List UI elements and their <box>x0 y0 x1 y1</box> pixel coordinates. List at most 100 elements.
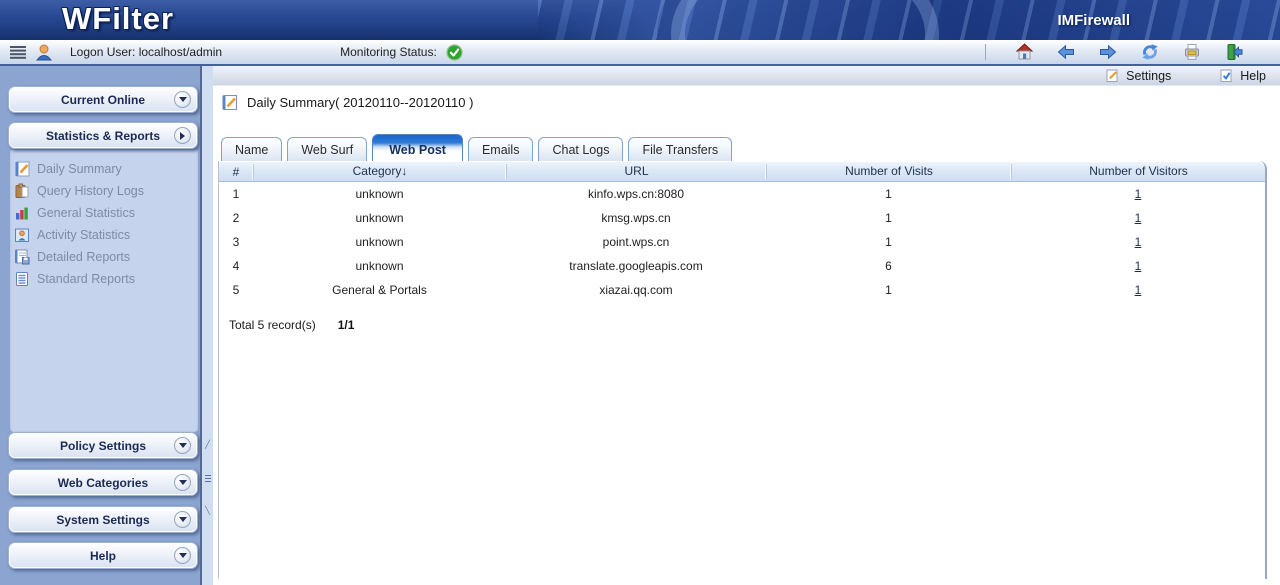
content-topbar: Settings Help <box>213 66 1280 86</box>
visitors-link[interactable]: 1 <box>1135 187 1142 201</box>
banner: WFilter IMFirewall <box>0 0 1280 40</box>
row-visits: 1 <box>766 283 1011 297</box>
row-category: unknown <box>253 235 506 249</box>
table-header-row: # Category↓ URL Number of Visits Number … <box>219 161 1265 182</box>
report-disk-icon <box>14 249 30 265</box>
back-icon[interactable] <box>1056 42 1076 62</box>
column-header-category[interactable]: Category↓ <box>253 164 506 179</box>
monitoring-status-label: Monitoring Status: <box>340 45 437 59</box>
help-page-check-icon <box>1219 68 1234 83</box>
row-category: unknown <box>253 259 506 273</box>
menu-item-label: Standard Reports <box>37 272 135 286</box>
print-icon[interactable] <box>1182 42 1202 62</box>
records-summary: Total 5 record(s) 1/1 <box>229 318 1265 332</box>
row-url: point.wps.cn <box>506 235 766 249</box>
sidebar-section-policy-settings[interactable]: Policy Settings <box>8 432 198 459</box>
notepad-pencil-icon <box>221 94 238 111</box>
sidebar-item-standard-reports[interactable]: Standard Reports <box>14 268 135 290</box>
lined-document-icon <box>14 271 30 287</box>
section-label: Web Categories <box>58 476 148 490</box>
column-header-visits[interactable]: Number of Visits <box>766 164 1011 179</box>
tab-web-surf[interactable]: Web Surf <box>287 137 367 161</box>
visitors-link[interactable]: 1 <box>1135 235 1142 249</box>
sidebar-item-query-history-logs[interactable]: Query History Logs <box>14 180 144 202</box>
visitors-link[interactable]: 1 <box>1135 211 1142 225</box>
logon-user-label: Logon User: localhost/admin <box>70 45 222 59</box>
toolbar-separator <box>985 44 986 60</box>
user-icon <box>34 42 54 62</box>
row-category: General & Portals <box>253 283 506 297</box>
wfilter-app: WFilter IMFirewall Logon User: localhost… <box>0 0 1280 585</box>
chevron-right-icon[interactable] <box>174 127 191 144</box>
column-header-num[interactable]: # <box>219 165 253 179</box>
sidebar: Current Online Statistics & Reports Dail… <box>0 66 200 585</box>
table-row: 4 unknown translate.googleapis.com 6 1 <box>219 254 1265 278</box>
toolbar: Logon User: localhost/admin Monitoring S… <box>0 40 1280 66</box>
logout-icon[interactable] <box>1224 42 1244 62</box>
menu-item-label: General Statistics <box>37 206 135 220</box>
table-row: 3 unknown point.wps.cn 1 1 <box>219 230 1265 254</box>
row-visits: 1 <box>766 235 1011 249</box>
sidebar-section-statistics-reports[interactable]: Statistics & Reports <box>8 122 198 149</box>
chevron-down-icon[interactable] <box>174 474 191 491</box>
sidebar-item-daily-summary[interactable]: Daily Summary <box>14 158 122 180</box>
sidebar-item-detailed-reports[interactable]: Detailed Reports <box>14 246 130 268</box>
main-content: Settings Help Daily Summary( 20120110--2… <box>213 66 1280 585</box>
splitter-grip-handle[interactable] <box>204 456 211 500</box>
row-num: 2 <box>219 211 253 225</box>
menu-item-label: Daily Summary <box>37 162 122 176</box>
banner-photo-decoration <box>538 0 1280 40</box>
settings-link[interactable]: Settings <box>1105 68 1171 83</box>
sidebar-section-current-online[interactable]: Current Online <box>8 86 198 113</box>
sidebar-item-activity-statistics[interactable]: Activity Statistics <box>14 224 130 246</box>
menu-item-label: Detailed Reports <box>37 250 130 264</box>
section-label: Current Online <box>61 93 145 107</box>
sidebar-section-help[interactable]: Help <box>8 542 198 569</box>
tab-web-post[interactable]: Web Post <box>372 134 463 161</box>
row-num: 1 <box>219 187 253 201</box>
column-header-visitors[interactable]: Number of Visitors <box>1011 164 1265 179</box>
clipboard-icon <box>14 183 30 199</box>
section-label: Policy Settings <box>60 439 146 453</box>
row-visits: 1 <box>766 187 1011 201</box>
table-row: 5 General & Portals xiazai.qq.com 1 1 <box>219 278 1265 302</box>
visitors-link[interactable]: 1 <box>1135 259 1142 273</box>
total-records-label: Total 5 record(s) <box>229 318 316 332</box>
row-visits: 6 <box>766 259 1011 273</box>
menu-item-label: Query History Logs <box>37 184 144 198</box>
tab-emails[interactable]: Emails <box>468 137 534 161</box>
row-num: 5 <box>219 283 253 297</box>
column-header-url[interactable]: URL <box>506 164 766 179</box>
page-header: Daily Summary( 20120110--20120110 ) <box>221 94 1280 111</box>
sidebar-section-web-categories[interactable]: Web Categories <box>8 469 198 496</box>
tab-file-transfers[interactable]: File Transfers <box>628 137 732 161</box>
chevron-down-icon[interactable] <box>174 437 191 454</box>
refresh-icon[interactable] <box>1140 42 1160 62</box>
person-report-icon <box>14 227 30 243</box>
section-label: Help <box>90 549 116 563</box>
page-title: Daily Summary( 20120110--20120110 ) <box>247 95 473 110</box>
forward-icon[interactable] <box>1098 42 1118 62</box>
sidebar-section-system-settings[interactable]: System Settings <box>8 506 198 533</box>
menu-icon[interactable] <box>8 42 28 62</box>
sidebar-splitter <box>200 66 213 585</box>
table-panel: # Category↓ URL Number of Visits Number … <box>218 161 1267 579</box>
settings-label: Settings <box>1126 69 1171 83</box>
row-num: 4 <box>219 259 253 273</box>
visitors-link[interactable]: 1 <box>1135 283 1142 297</box>
chevron-down-icon[interactable] <box>174 547 191 564</box>
row-category: unknown <box>253 187 506 201</box>
settings-page-pencil-icon <box>1105 68 1120 83</box>
tab-chat-logs[interactable]: Chat Logs <box>538 137 623 161</box>
row-url: kmsg.wps.cn <box>506 211 766 225</box>
chevron-down-icon[interactable] <box>174 511 191 528</box>
home-icon[interactable] <box>1014 42 1034 62</box>
tab-name[interactable]: Name <box>221 137 282 161</box>
bar-chart-icon <box>14 205 30 221</box>
sidebar-item-general-statistics[interactable]: General Statistics <box>14 202 135 224</box>
row-url: xiazai.qq.com <box>506 283 766 297</box>
help-link[interactable]: Help <box>1219 68 1266 83</box>
row-url: kinfo.wps.cn:8080 <box>506 187 766 201</box>
chevron-down-icon[interactable] <box>174 91 191 108</box>
row-category: unknown <box>253 211 506 225</box>
